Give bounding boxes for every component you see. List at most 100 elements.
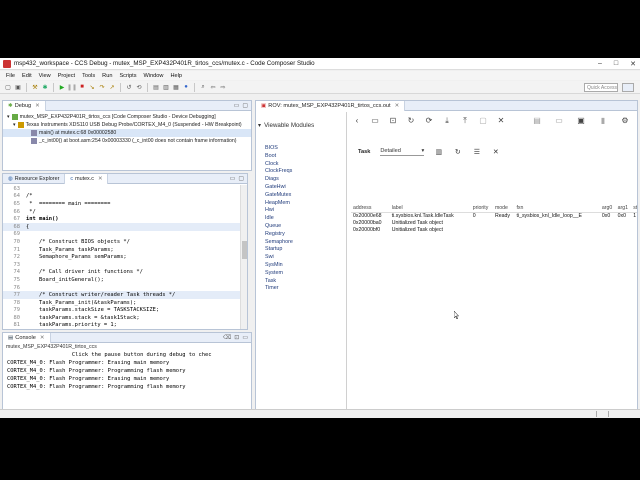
connect-icon[interactable]: ⊡ (388, 116, 398, 126)
column-header[interactable]: arg1 (615, 204, 632, 213)
new-icon[interactable]: ▢ (4, 83, 12, 91)
close-icon[interactable]: ✕ (491, 148, 500, 157)
menu-window[interactable]: Window (144, 73, 164, 79)
back-arrow-icon[interactable]: ‹ (352, 116, 362, 126)
menu-scripts[interactable]: Scripts (119, 73, 136, 79)
module-item[interactable]: Swi (265, 254, 293, 262)
module-item[interactable]: Startup (265, 246, 293, 254)
module-item[interactable]: Timer (265, 285, 293, 293)
register-icon[interactable]: ▥ (162, 83, 170, 91)
tab-mutex-c[interactable]: c mutex.c ✕ (65, 174, 109, 184)
minimize-view-icon[interactable]: ▭ (230, 175, 236, 182)
module-item[interactable]: Hwi (265, 207, 293, 215)
module-item[interactable]: Boot (265, 153, 293, 161)
code-area[interactable]: 63 64 /* 65 * ======== main ======== 66 *… (3, 185, 241, 329)
maximize-button[interactable]: □ (614, 60, 618, 68)
forward-icon[interactable]: ⇨ (219, 83, 227, 91)
module-item[interactable]: ClockFreqs (265, 168, 293, 176)
minimize-view-icon[interactable]: ▭ (242, 334, 248, 341)
module-item[interactable]: Queue (265, 223, 293, 231)
tab-console[interactable]: ▤ Console ✕ (3, 333, 51, 343)
column-header[interactable]: label (389, 204, 471, 213)
open-icon[interactable]: ▭ (554, 115, 564, 125)
step-into-icon[interactable]: ↘ (88, 83, 96, 91)
tree-item-frame-main[interactable]: main() at mutex.c:68 0x00002580 (3, 129, 251, 137)
scroll-thumb[interactable] (242, 241, 247, 259)
refresh-icon[interactable]: ↻ (453, 148, 462, 157)
debug-icon[interactable]: ✱ (41, 83, 49, 91)
menu-icon[interactable]: ☰ (472, 148, 481, 157)
breakpoint-icon[interactable]: ● (182, 83, 190, 91)
tab-debug[interactable]: ✱ Debug ✕ (3, 101, 46, 111)
suspend-icon[interactable]: ❚❚ (67, 83, 77, 91)
close-icon[interactable]: ✕ (35, 103, 40, 109)
module-item[interactable]: GateMutex (265, 192, 293, 200)
tab-resource-explorer[interactable]: ◍ Resource Explorer (3, 174, 66, 184)
build-icon[interactable]: ⚒ (31, 83, 39, 91)
terminate-icon[interactable]: ■ (78, 83, 86, 91)
menu-file[interactable]: File (6, 73, 15, 79)
column-header[interactable]: address (351, 204, 390, 213)
module-item[interactable]: BIOS (265, 145, 293, 153)
module-item[interactable]: Semaphore (265, 239, 293, 247)
table-row[interactable]: 0x20000e68 ti.sysbios.knl.Task.IdleTask … (351, 212, 637, 219)
viewable-modules-header[interactable]: ▾ Viewable Modules (258, 122, 314, 129)
expand-icon[interactable]: ▾ (13, 122, 16, 128)
save-icon[interactable]: ▣ (576, 115, 586, 125)
download-icon[interactable]: ⤓ (442, 116, 452, 126)
menu-help[interactable]: Help (170, 73, 182, 79)
tree-item-frame-cint00[interactable]: _c_int00() at boot.asm:254 0x00003330 (_… (3, 137, 251, 145)
settings-gear-icon[interactable]: ⚙ (620, 115, 630, 125)
close-icon[interactable]: ✕ (40, 335, 45, 341)
menu-project[interactable]: Project (58, 73, 75, 79)
collapse-icon[interactable]: ▾ (258, 122, 261, 129)
back-icon[interactable]: ⇦ (209, 83, 217, 91)
layout-icon[interactable]: ▤ (532, 115, 542, 125)
module-item[interactable]: GateHwi (265, 184, 293, 192)
module-item[interactable]: Task (265, 278, 293, 286)
memory-icon[interactable]: ▤ (152, 83, 160, 91)
columns-icon[interactable]: ▥ (434, 148, 443, 157)
column-header[interactable]: arg0 (599, 204, 616, 213)
pin-console-icon[interactable]: ⊡ (234, 334, 239, 341)
tab-rov[interactable]: ▣ ROV: mutex_MSP_EXP432P401R_tirtos_ccs.… (256, 101, 406, 111)
snapshot-icon[interactable]: ▭ (370, 116, 380, 126)
menu-run[interactable]: Run (102, 73, 112, 79)
export-icon[interactable]: ⤒ (460, 116, 470, 126)
maximize-view-icon[interactable]: ▢ (242, 102, 248, 109)
module-item[interactable]: HeapMem (265, 200, 293, 208)
menu-tools[interactable]: Tools (82, 73, 95, 79)
clear-icon[interactable]: ✕ (496, 116, 506, 126)
save-icon[interactable]: ▣ (14, 83, 22, 91)
refresh-icon[interactable]: ↻ (406, 116, 416, 126)
column-header[interactable]: priority (470, 204, 493, 213)
minimize-button[interactable]: – (598, 60, 602, 68)
editor-scrollbar[interactable] (240, 185, 247, 329)
perspective-icon[interactable] (622, 83, 634, 92)
restart-icon[interactable]: ⟲ (135, 83, 143, 91)
quick-access-input[interactable]: Quick Access (584, 83, 618, 92)
view-mode-dropdown[interactable]: Detailed ▾ (380, 148, 425, 156)
module-item[interactable]: SysMin (265, 262, 293, 270)
close-button[interactable]: ✕ (630, 60, 636, 68)
module-item[interactable]: Idle (265, 215, 293, 223)
module-item[interactable]: Clock (265, 161, 293, 169)
column-header[interactable]: mode (492, 204, 515, 213)
column-header[interactable]: fxn (514, 204, 600, 213)
module-item[interactable]: Diags (265, 176, 293, 184)
resume-icon[interactable]: ▶ (58, 83, 66, 91)
module-item[interactable]: Registry (265, 231, 293, 239)
maximize-view-icon[interactable]: ▢ (238, 175, 244, 182)
table-row[interactable]: 0x20000ba0 Unitialized Task object (351, 219, 637, 226)
expand-icon[interactable]: ▾ (7, 114, 10, 120)
close-icon[interactable]: ✕ (395, 103, 400, 109)
stop-icon[interactable]: ▢ (478, 116, 488, 126)
search-icon[interactable]: ⌕ (199, 83, 207, 91)
auto-refresh-icon[interactable]: ⟳ (424, 116, 434, 126)
step-over-icon[interactable]: ↷ (98, 83, 106, 91)
clear-console-icon[interactable]: ⌫ (223, 334, 231, 341)
minimize-view-icon[interactable]: ▭ (234, 102, 240, 109)
table-row[interactable]: 0x20000bf0 Unitialized Task object (351, 226, 637, 233)
menu-edit[interactable]: Edit (22, 73, 32, 79)
tree-item-project[interactable]: ▾ mutex_MSP_EXP432P401R_tirtos_ccs [Code… (3, 113, 251, 121)
